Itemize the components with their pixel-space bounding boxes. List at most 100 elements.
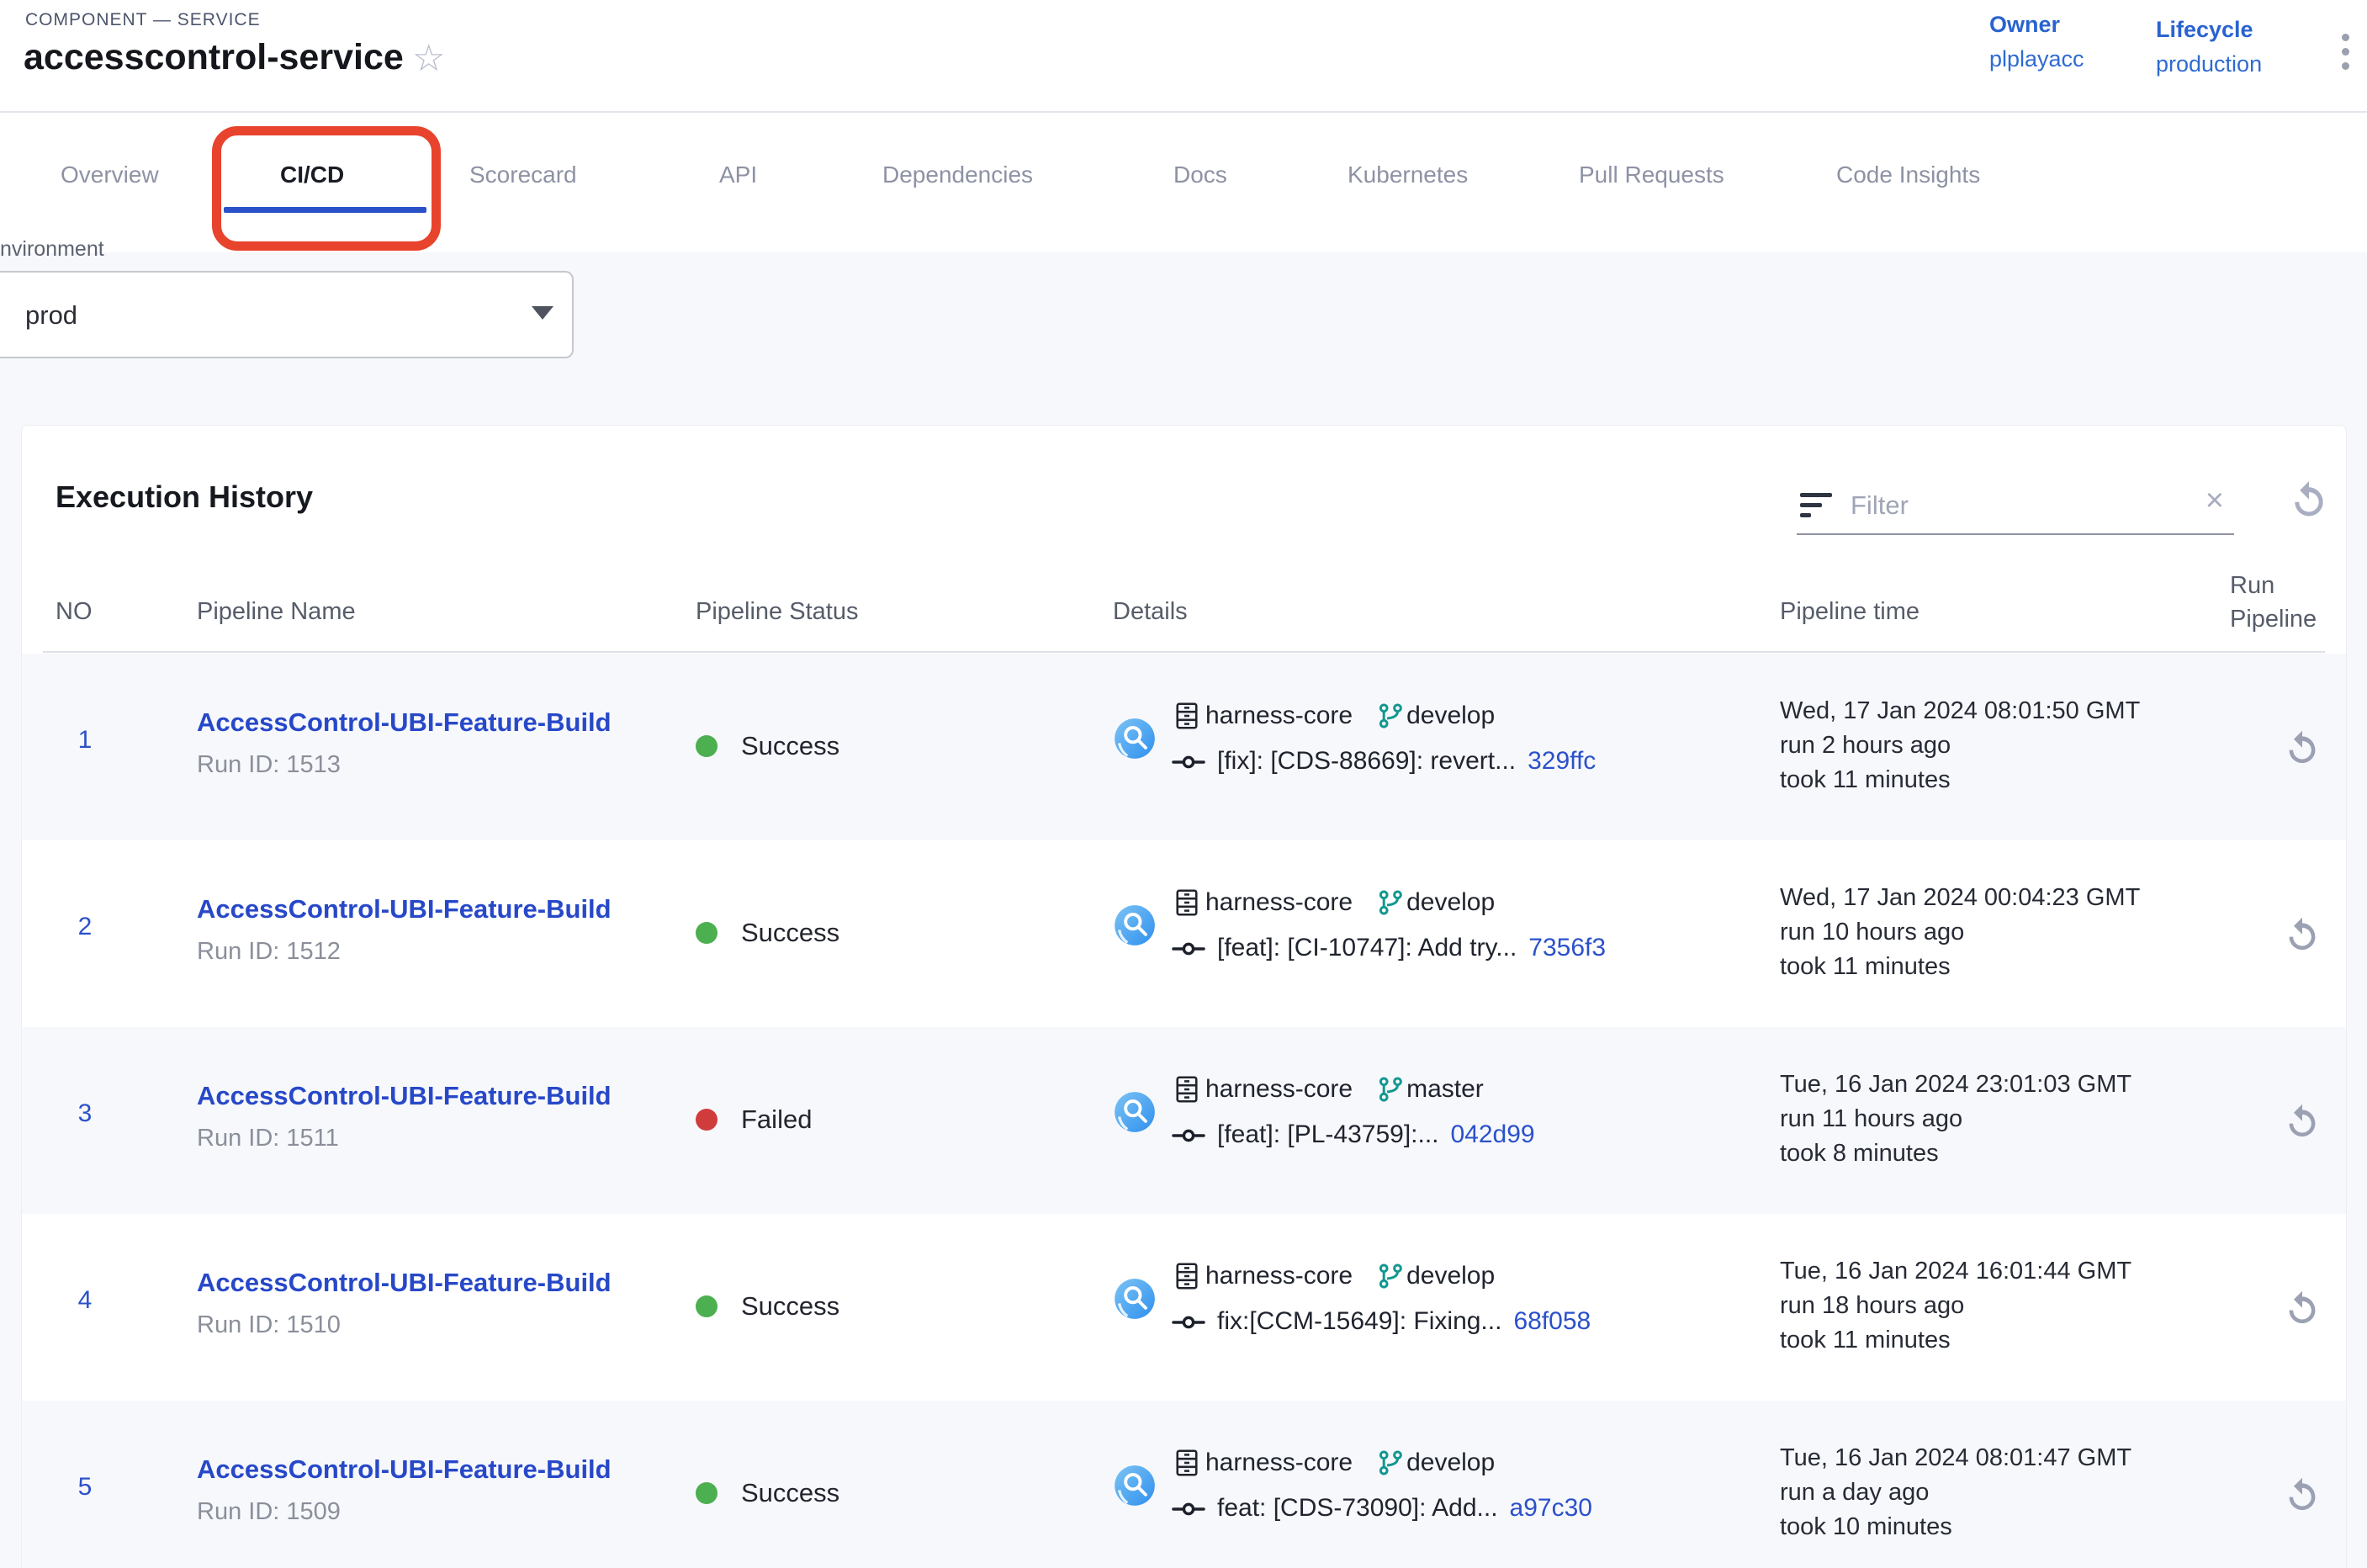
table-row: 4 AccessControl-UBI-Feature-Build Run ID… [22, 1214, 2347, 1401]
status-label: Success [741, 1478, 839, 1508]
commit-hash-link[interactable]: a97c30 [1510, 1494, 1592, 1523]
lifecycle-label: Lifecycle [2156, 17, 2262, 43]
time-took: took 10 minutes [1780, 1510, 2131, 1544]
branch-name: develop [1406, 888, 1495, 917]
favorite-star-icon[interactable]: ☆ [412, 40, 445, 77]
active-tab-underline [224, 207, 426, 213]
repository-icon [1172, 1074, 1202, 1104]
table-body: 1 AccessControl-UBI-Feature-Build Run ID… [22, 654, 2347, 1568]
git-commit-icon [1172, 937, 1205, 959]
repo-name: harness-core [1205, 1449, 1353, 1477]
git-commit-icon [1172, 1497, 1205, 1519]
repository-icon [1172, 1448, 1202, 1478]
pipeline-time-cell: Wed, 17 Jan 2024 08:01:50 GMT run 2 hour… [1780, 694, 2140, 797]
col-header-details: Details [1113, 598, 1188, 626]
time-took: took 11 minutes [1780, 950, 2140, 984]
tab-bar: Overview CI/CD Scorecard API Dependencie… [0, 113, 2367, 252]
pipeline-time-cell: Tue, 16 Jan 2024 23:01:03 GMT run 11 hou… [1780, 1067, 2131, 1171]
more-options-icon[interactable] [2328, 27, 2362, 86]
pipeline-name-link[interactable]: AccessControl-UBI-Feature-Build [197, 894, 612, 924]
run-pipeline-icon[interactable] [2281, 1475, 2332, 1517]
repo-branch-line: harness-core develop [1172, 696, 1596, 736]
run-id: Run ID: 1510 [197, 1311, 612, 1339]
harness-build-icon [1113, 903, 1157, 947]
branch-name: develop [1406, 1262, 1495, 1290]
content-area: nvironment prod Execution History × NO P… [0, 252, 2367, 1568]
row-number[interactable]: 5 [56, 1473, 114, 1502]
tab-api[interactable]: API [719, 162, 757, 188]
time-ran: run 18 hours ago [1780, 1289, 2131, 1323]
commit-message: [feat]: [CI-10747]: Add try... [1217, 934, 1517, 962]
run-pipeline-icon[interactable] [2281, 728, 2332, 770]
tab-dependencies[interactable]: Dependencies [882, 162, 1033, 188]
commit-hash-link[interactable]: 329ffc [1528, 747, 1596, 776]
refresh-icon[interactable] [2286, 478, 2332, 523]
detail-lines: harness-core develop [1172, 1443, 1592, 1528]
harness-build-icon [1113, 717, 1157, 760]
execution-history-card: Execution History × NO Pipeline Name Pip… [21, 425, 2347, 1568]
pipeline-name-cell: AccessControl-UBI-Feature-Build Run ID: … [197, 707, 612, 779]
pipeline-time-cell: Wed, 17 Jan 2024 00:04:23 GMT run 10 hou… [1780, 881, 2140, 984]
commit-hash-link[interactable]: 042d99 [1451, 1120, 1535, 1149]
tab-docs[interactable]: Docs [1173, 162, 1227, 188]
tab-pull-requests[interactable]: Pull Requests [1579, 162, 1724, 188]
commit-hash-link[interactable]: 68f058 [1513, 1307, 1591, 1336]
time-ran: run a day ago [1780, 1475, 2131, 1510]
run-pipeline-icon[interactable] [2281, 1288, 2332, 1330]
row-number[interactable]: 2 [56, 913, 114, 941]
entity-kind-label: COMPONENT — SERVICE [25, 10, 261, 30]
git-branch-icon [1376, 1262, 1405, 1290]
clear-filter-icon[interactable]: × [2205, 483, 2224, 519]
commit-message: [feat]: [PL-43759]:... [1217, 1120, 1439, 1149]
pipeline-name-link[interactable]: AccessControl-UBI-Feature-Build [197, 1081, 612, 1111]
card-title: Execution History [56, 479, 313, 515]
environment-dropdown[interactable]: prod [0, 271, 574, 358]
details-cell: harness-core develop [1113, 696, 1596, 781]
branch-name: develop [1406, 1449, 1495, 1477]
tab-code-insights[interactable]: Code Insights [1836, 162, 1980, 188]
commit-hash-link[interactable]: 7356f3 [1528, 934, 1606, 962]
repo-name: harness-core [1205, 702, 1353, 730]
run-pipeline-icon[interactable] [2281, 1101, 2332, 1143]
environment-selected-value: prod [25, 300, 77, 331]
pipeline-time-cell: Tue, 16 Jan 2024 16:01:44 GMT run 18 hou… [1780, 1254, 2131, 1358]
page-title: accesscontrol-service [24, 37, 404, 78]
pipeline-name-link[interactable]: AccessControl-UBI-Feature-Build [197, 707, 612, 738]
repo-branch-line: harness-core develop [1172, 1443, 1592, 1483]
time-gmt: Tue, 16 Jan 2024 16:01:44 GMT [1780, 1254, 2131, 1289]
tab-kubernetes[interactable]: Kubernetes [1348, 162, 1468, 188]
commit-message: fix:[CCM-15649]: Fixing... [1217, 1307, 1501, 1336]
row-number[interactable]: 1 [56, 726, 114, 755]
tab-scorecard[interactable]: Scorecard [469, 162, 577, 188]
time-gmt: Tue, 16 Jan 2024 08:01:47 GMT [1780, 1441, 2131, 1475]
pipeline-status-cell: Success [696, 1478, 839, 1508]
pipeline-name-link[interactable]: AccessControl-UBI-Feature-Build [197, 1268, 612, 1298]
time-took: took 11 minutes [1780, 763, 2140, 797]
pipeline-status-cell: Success [696, 1291, 839, 1322]
lifecycle-meta: Lifecycle production [2156, 17, 2262, 77]
status-label: Success [741, 918, 839, 948]
owner-link[interactable]: plplayacc [1989, 46, 2084, 72]
filter-input[interactable] [1849, 485, 2152, 527]
detail-lines: harness-core master [1172, 1069, 1535, 1155]
status-dot [696, 1482, 718, 1504]
owner-meta: Owner plplayacc [1989, 12, 2084, 72]
run-pipeline-icon[interactable] [2281, 914, 2332, 956]
table-row: 3 AccessControl-UBI-Feature-Build Run ID… [22, 1027, 2347, 1214]
time-gmt: Wed, 17 Jan 2024 00:04:23 GMT [1780, 881, 2140, 915]
col-header-status: Pipeline Status [696, 598, 858, 626]
pipeline-name-link[interactable]: AccessControl-UBI-Feature-Build [197, 1454, 612, 1485]
commit-line: [fix]: [CDS-88669]: revert... 329ffc [1172, 741, 1596, 781]
pipeline-time-cell: Tue, 16 Jan 2024 08:01:47 GMT run a day … [1780, 1441, 2131, 1544]
pipeline-status-cell: Failed [696, 1104, 812, 1135]
repo-branch-line: harness-core develop [1172, 882, 1606, 923]
commit-line: fix:[CCM-15649]: Fixing... 68f058 [1172, 1301, 1591, 1342]
tab-overview[interactable]: Overview [61, 162, 159, 188]
git-branch-icon [1376, 888, 1405, 917]
tab-cicd[interactable]: CI/CD [280, 162, 344, 188]
detail-lines: harness-core develop [1172, 696, 1596, 781]
lifecycle-link[interactable]: production [2156, 51, 2262, 77]
row-number[interactable]: 4 [56, 1286, 114, 1315]
branch-name: master [1406, 1075, 1484, 1104]
row-number[interactable]: 3 [56, 1099, 114, 1128]
